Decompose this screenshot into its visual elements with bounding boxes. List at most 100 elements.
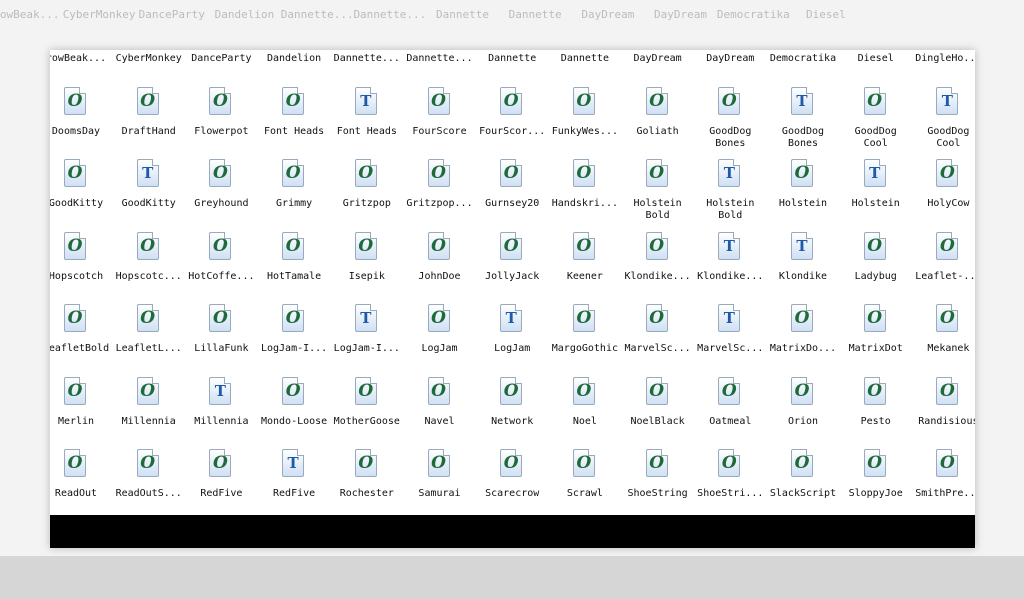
icon-glyph: O xyxy=(431,380,446,401)
opentype-font-icon: O xyxy=(645,449,668,477)
background-label: rowBeak... xyxy=(0,8,60,21)
icon-glyph: O xyxy=(867,308,883,328)
opentype-font-icon: O xyxy=(500,86,523,115)
icon-glyph: O xyxy=(576,308,592,328)
icon-glyph: T xyxy=(287,454,299,472)
font-file-label: Greyhound xyxy=(194,198,249,209)
icon-glyph: O xyxy=(140,235,156,256)
opentype-font-icon: O xyxy=(572,449,595,477)
black-bar xyxy=(50,515,975,548)
font-file-label: Millennia xyxy=(121,415,176,427)
font-file-label: Dannette... xyxy=(333,53,400,64)
font-file-label: LeafletL... xyxy=(115,343,182,354)
opentype-font-icon: O xyxy=(572,231,595,260)
icon-glyph: O xyxy=(649,90,664,111)
fonts-folder-view: OrowBeak... O CyberMonkey O DanceParty O Dande… xyxy=(50,50,975,548)
opentype-font-icon: O xyxy=(427,86,450,115)
icon-glyph: O xyxy=(649,308,664,328)
font-file-label: Millennia xyxy=(194,415,249,427)
opentype-font-icon: O xyxy=(427,231,450,260)
icon-glyph: O xyxy=(649,453,664,473)
opentype-font-icon: O xyxy=(863,304,886,332)
font-file-label: LogJam-I... xyxy=(260,343,328,354)
truetype-font-icon: T xyxy=(863,159,886,187)
opentype-font-icon: O xyxy=(572,304,595,332)
icon-glyph: O xyxy=(285,163,301,183)
font-file-label: Klondike... xyxy=(697,270,764,282)
icon-glyph: O xyxy=(867,235,883,256)
icon-glyph: O xyxy=(939,453,955,473)
icon-glyph: O xyxy=(503,235,519,256)
font-file-label: HotTamale xyxy=(267,270,322,282)
icon-glyph: O xyxy=(212,163,228,183)
icon-glyph: O xyxy=(67,235,83,256)
opentype-font-icon: O xyxy=(427,304,450,332)
icon-glyph: O xyxy=(431,163,446,183)
font-file-label: FourScor... xyxy=(479,125,546,137)
truetype-font-icon: T xyxy=(936,86,959,115)
opentype-font-icon: O xyxy=(936,231,959,260)
truetype-font-icon: T xyxy=(354,304,377,332)
font-file-label: JollyJack xyxy=(485,270,540,282)
background-label: CyberMonkey xyxy=(62,8,136,21)
font-file-label: Hopscotch xyxy=(50,270,104,282)
opentype-font-icon: O xyxy=(427,376,450,405)
icon-glyph: O xyxy=(358,453,374,473)
font-file-label: Navel xyxy=(424,415,455,427)
font-file-label: Dannette... xyxy=(406,53,473,64)
icon-glyph: O xyxy=(503,380,519,401)
font-file-label: ShoeStri... xyxy=(697,488,764,499)
icon-glyph: O xyxy=(285,380,301,401)
font-file-label: MatrixDot xyxy=(848,343,903,354)
opentype-font-icon: O xyxy=(209,231,232,260)
opentype-font-icon: O xyxy=(136,304,159,332)
icon-glyph: O xyxy=(67,163,83,183)
font-file-label: Holstein Bold xyxy=(706,198,755,221)
font-file-label: SlackScript xyxy=(769,488,837,499)
icon-glyph: O xyxy=(212,453,228,473)
icon-glyph: O xyxy=(576,380,592,401)
icon-glyph: T xyxy=(723,309,735,327)
opentype-font-icon: O xyxy=(136,449,159,477)
opentype-font-icon: O xyxy=(64,449,86,477)
icon-glyph: T xyxy=(360,91,372,110)
font-file-label: Pesto xyxy=(860,415,891,427)
font-file-label: Holstein Bold xyxy=(633,198,682,221)
font-file-label: Dandelion xyxy=(267,53,322,64)
font-file-label: NoelBlack xyxy=(630,415,685,427)
icon-glyph: O xyxy=(576,453,592,473)
font-file-label: DayDream xyxy=(633,53,682,64)
icon-glyph: O xyxy=(867,90,883,111)
truetype-font-icon: T xyxy=(209,376,232,405)
opentype-font-icon: O xyxy=(863,376,886,405)
font-file-label: GoodKitty xyxy=(50,198,104,209)
font-file-label: Orion xyxy=(787,415,819,427)
icon-glyph: O xyxy=(358,380,374,401)
font-file-label: Scrawl xyxy=(566,488,603,499)
icon-glyph: O xyxy=(212,90,228,111)
font-file-label: MotherGoose xyxy=(333,415,400,427)
opentype-font-icon: O xyxy=(936,159,959,187)
font-file-label: Noel xyxy=(572,415,597,427)
font-file-label: Diesel xyxy=(857,53,894,64)
icon-glyph: O xyxy=(867,453,883,473)
opentype-font-icon: O xyxy=(64,86,86,115)
icon-glyph: O xyxy=(649,380,664,401)
icon-glyph: T xyxy=(360,309,372,327)
icon-glyph: O xyxy=(649,163,664,183)
icon-glyph: O xyxy=(431,235,446,256)
font-file-label: Isepik xyxy=(348,270,385,282)
background-label: Dannette... xyxy=(353,8,427,21)
background-label: Dandelion xyxy=(214,8,275,21)
font-file-label: Font Heads xyxy=(336,125,397,137)
opentype-font-icon: O xyxy=(209,159,232,187)
opentype-font-icon: O xyxy=(500,376,523,405)
opentype-font-icon: O xyxy=(64,231,86,260)
icon-glyph: O xyxy=(867,380,883,401)
font-file-label: Merlin xyxy=(57,415,95,427)
icon-glyph: O xyxy=(721,380,737,401)
icon-glyph: T xyxy=(723,236,735,255)
font-file-label: Randisious xyxy=(918,415,975,427)
font-file-label: Klondike... xyxy=(624,270,691,282)
opentype-font-icon: O xyxy=(863,86,886,115)
